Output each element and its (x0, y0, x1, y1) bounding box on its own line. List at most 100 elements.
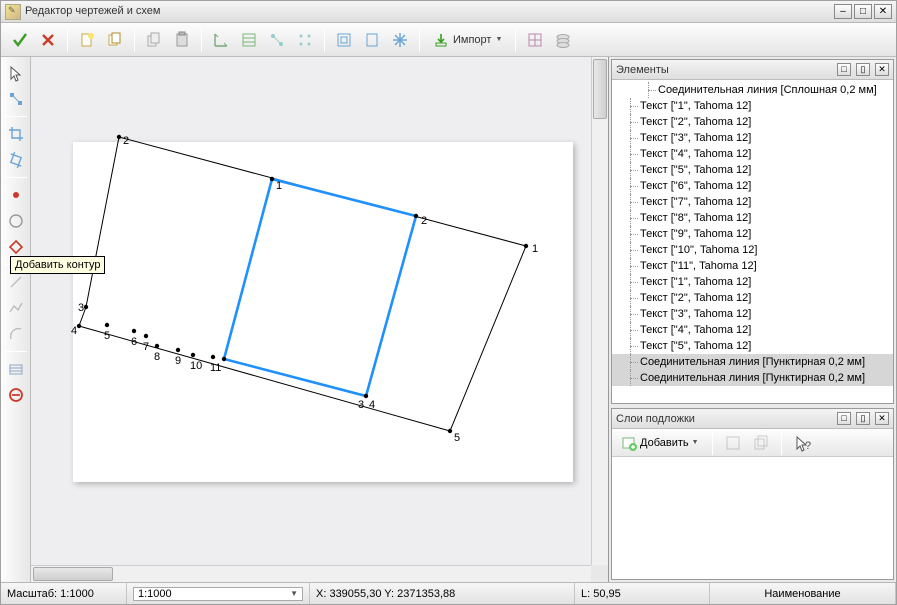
svg-text:3: 3 (358, 399, 364, 411)
nodes-connect-button[interactable] (264, 27, 290, 53)
svg-text:4: 4 (71, 325, 77, 337)
layers-button[interactable] (550, 27, 576, 53)
select-tool[interactable] (4, 61, 28, 85)
tree-item[interactable]: Текст ["3", Tahoma 12] (612, 130, 893, 146)
drawing-svg: 215435678910111234 (31, 57, 591, 557)
paste-button[interactable] (169, 27, 195, 53)
main-toolbar: Импорт ▼ (1, 23, 896, 57)
delete-tool[interactable] (4, 383, 28, 407)
properties-button[interactable] (236, 27, 262, 53)
tree-item[interactable]: Текст ["10", Tahoma 12] (612, 242, 893, 258)
import-button[interactable]: Импорт ▼ (426, 27, 509, 53)
close-button[interactable]: ✕ (874, 4, 892, 19)
tree-item[interactable]: Текст ["1", Tahoma 12] (612, 98, 893, 114)
arc-tool[interactable] (4, 322, 28, 346)
scale-select[interactable]: 1:1000 ▼ (133, 587, 303, 601)
copy-doc-button[interactable] (102, 27, 128, 53)
tree-item[interactable]: Текст ["11", Tahoma 12] (612, 258, 893, 274)
scale-select-value: 1:1000 (138, 588, 172, 600)
layer-help-button[interactable]: ? (790, 431, 814, 455)
scroll-corner (591, 565, 608, 582)
grid-settings-button[interactable] (522, 27, 548, 53)
crop-tool[interactable] (4, 122, 28, 146)
tree-item-label: Текст ["4", Tahoma 12] (640, 324, 751, 336)
panel-close-button[interactable]: ✕ (875, 63, 889, 76)
tree-item[interactable]: Текст ["2", Tahoma 12] (612, 114, 893, 130)
svg-text:1: 1 (276, 180, 282, 192)
point-tool[interactable] (4, 183, 28, 207)
tree-item[interactable]: Текст ["3", Tahoma 12] (612, 306, 893, 322)
import-icon (433, 32, 449, 48)
add-layer-button[interactable]: Добавить ▼ (616, 432, 704, 454)
layer-edit-button[interactable] (721, 431, 745, 455)
layers-panel-title: Слои подложки (616, 413, 832, 425)
tree-item[interactable]: Соединительная линия [Пунктирная 0,2 мм] (612, 354, 893, 370)
statusbar: Масштаб: 1:1000 1:1000 ▼ X: 339055,30 Y:… (1, 582, 896, 604)
tree-item[interactable]: Текст ["4", Tahoma 12] (612, 146, 893, 162)
minimize-button[interactable]: – (834, 4, 852, 19)
tree-item[interactable]: Текст ["9", Tahoma 12] (612, 226, 893, 242)
circle-tool[interactable] (4, 209, 28, 233)
cancel-button[interactable] (35, 27, 61, 53)
layers-panel-header: Слои подложки □ ▯ ✕ (612, 409, 893, 429)
tree-item-label: Текст ["3", Tahoma 12] (640, 132, 751, 144)
vertical-scrollbar[interactable] (591, 57, 608, 565)
add-icon (621, 435, 637, 451)
tooltip: Добавить контур (10, 256, 105, 274)
tree-item[interactable]: Текст ["7", Tahoma 12] (612, 194, 893, 210)
artboard-button[interactable] (331, 27, 357, 53)
tree-item-label: Текст ["9", Tahoma 12] (640, 228, 751, 240)
horizontal-scrollbar[interactable] (31, 565, 591, 582)
rotate-crop-tool[interactable] (4, 148, 28, 172)
maximize-button[interactable]: □ (854, 4, 872, 19)
tree-item-label: Текст ["10", Tahoma 12] (640, 244, 757, 256)
snowflake-button[interactable] (387, 27, 413, 53)
window-title: Редактор чертежей и схем (25, 5, 832, 18)
copy-button[interactable] (141, 27, 167, 53)
main-area: 215435678910111234 Элементы □ ▯ ✕ Соедин… (1, 57, 896, 582)
svg-text:2: 2 (123, 135, 129, 147)
tree-item[interactable]: Текст ["8", Tahoma 12] (612, 210, 893, 226)
sb-coords: X: 339055,30 Y: 2371353,88 (310, 583, 575, 604)
transform-button[interactable] (208, 27, 234, 53)
table-tool[interactable] (4, 357, 28, 381)
panel-maximize-button[interactable]: □ (837, 63, 851, 76)
svg-text:10: 10 (190, 360, 202, 372)
svg-text:11: 11 (210, 362, 221, 374)
svg-text:2: 2 (421, 215, 427, 227)
new-doc-button[interactable] (74, 27, 100, 53)
dropdown-arrow-icon: ▼ (290, 589, 298, 598)
tree-item-label: Текст ["1", Tahoma 12] (640, 100, 751, 112)
tree-item[interactable]: Соединительная линия [Пунктирная 0,2 мм] (612, 370, 893, 386)
panel-pin-button[interactable]: ▯ (856, 412, 870, 425)
add-layer-label: Добавить (640, 437, 689, 449)
node-edit-tool[interactable] (4, 87, 28, 111)
tree-item[interactable]: Текст ["6", Tahoma 12] (612, 178, 893, 194)
svg-text:5: 5 (104, 330, 110, 342)
tree-item[interactable]: Текст ["5", Tahoma 12] (612, 162, 893, 178)
elements-tree[interactable]: Соединительная линия [Сплошная 0,2 мм] Те… (612, 80, 893, 403)
panel-maximize-button[interactable]: □ (837, 412, 851, 425)
page-button[interactable] (359, 27, 385, 53)
canvas-area[interactable]: 215435678910111234 (31, 57, 608, 582)
polyline-tool[interactable] (4, 296, 28, 320)
app-window: Редактор чертежей и схем – □ ✕ Импорт ▼ (0, 0, 897, 605)
tree-item-label: Соединительная линия [Сплошная 0,2 мм] (658, 84, 877, 96)
import-label: Импорт (453, 34, 491, 46)
panel-pin-button[interactable]: ▯ (856, 63, 870, 76)
sb-scale-label: Масштаб: 1:1000 (1, 583, 127, 604)
ok-button[interactable] (7, 27, 33, 53)
svg-text:9: 9 (175, 355, 181, 367)
layer-copy-button[interactable] (749, 431, 773, 455)
tree-item-label: Текст ["8", Tahoma 12] (640, 212, 751, 224)
panel-close-button[interactable]: ✕ (875, 412, 889, 425)
tree-item-label: Текст ["3", Tahoma 12] (640, 308, 751, 320)
tree-item[interactable]: Текст ["5", Tahoma 12] (612, 338, 893, 354)
tree-item[interactable]: Соединительная линия [Сплошная 0,2 мм] (612, 82, 893, 98)
tree-item[interactable]: Текст ["1", Tahoma 12] (612, 274, 893, 290)
tree-item[interactable]: Текст ["4", Tahoma 12] (612, 322, 893, 338)
nodes-grid-button[interactable] (292, 27, 318, 53)
titlebar: Редактор чертежей и схем – □ ✕ (1, 1, 896, 23)
right-panels: Элементы □ ▯ ✕ Соединительная линия [Спл… (608, 57, 896, 582)
tree-item[interactable]: Текст ["2", Tahoma 12] (612, 290, 893, 306)
